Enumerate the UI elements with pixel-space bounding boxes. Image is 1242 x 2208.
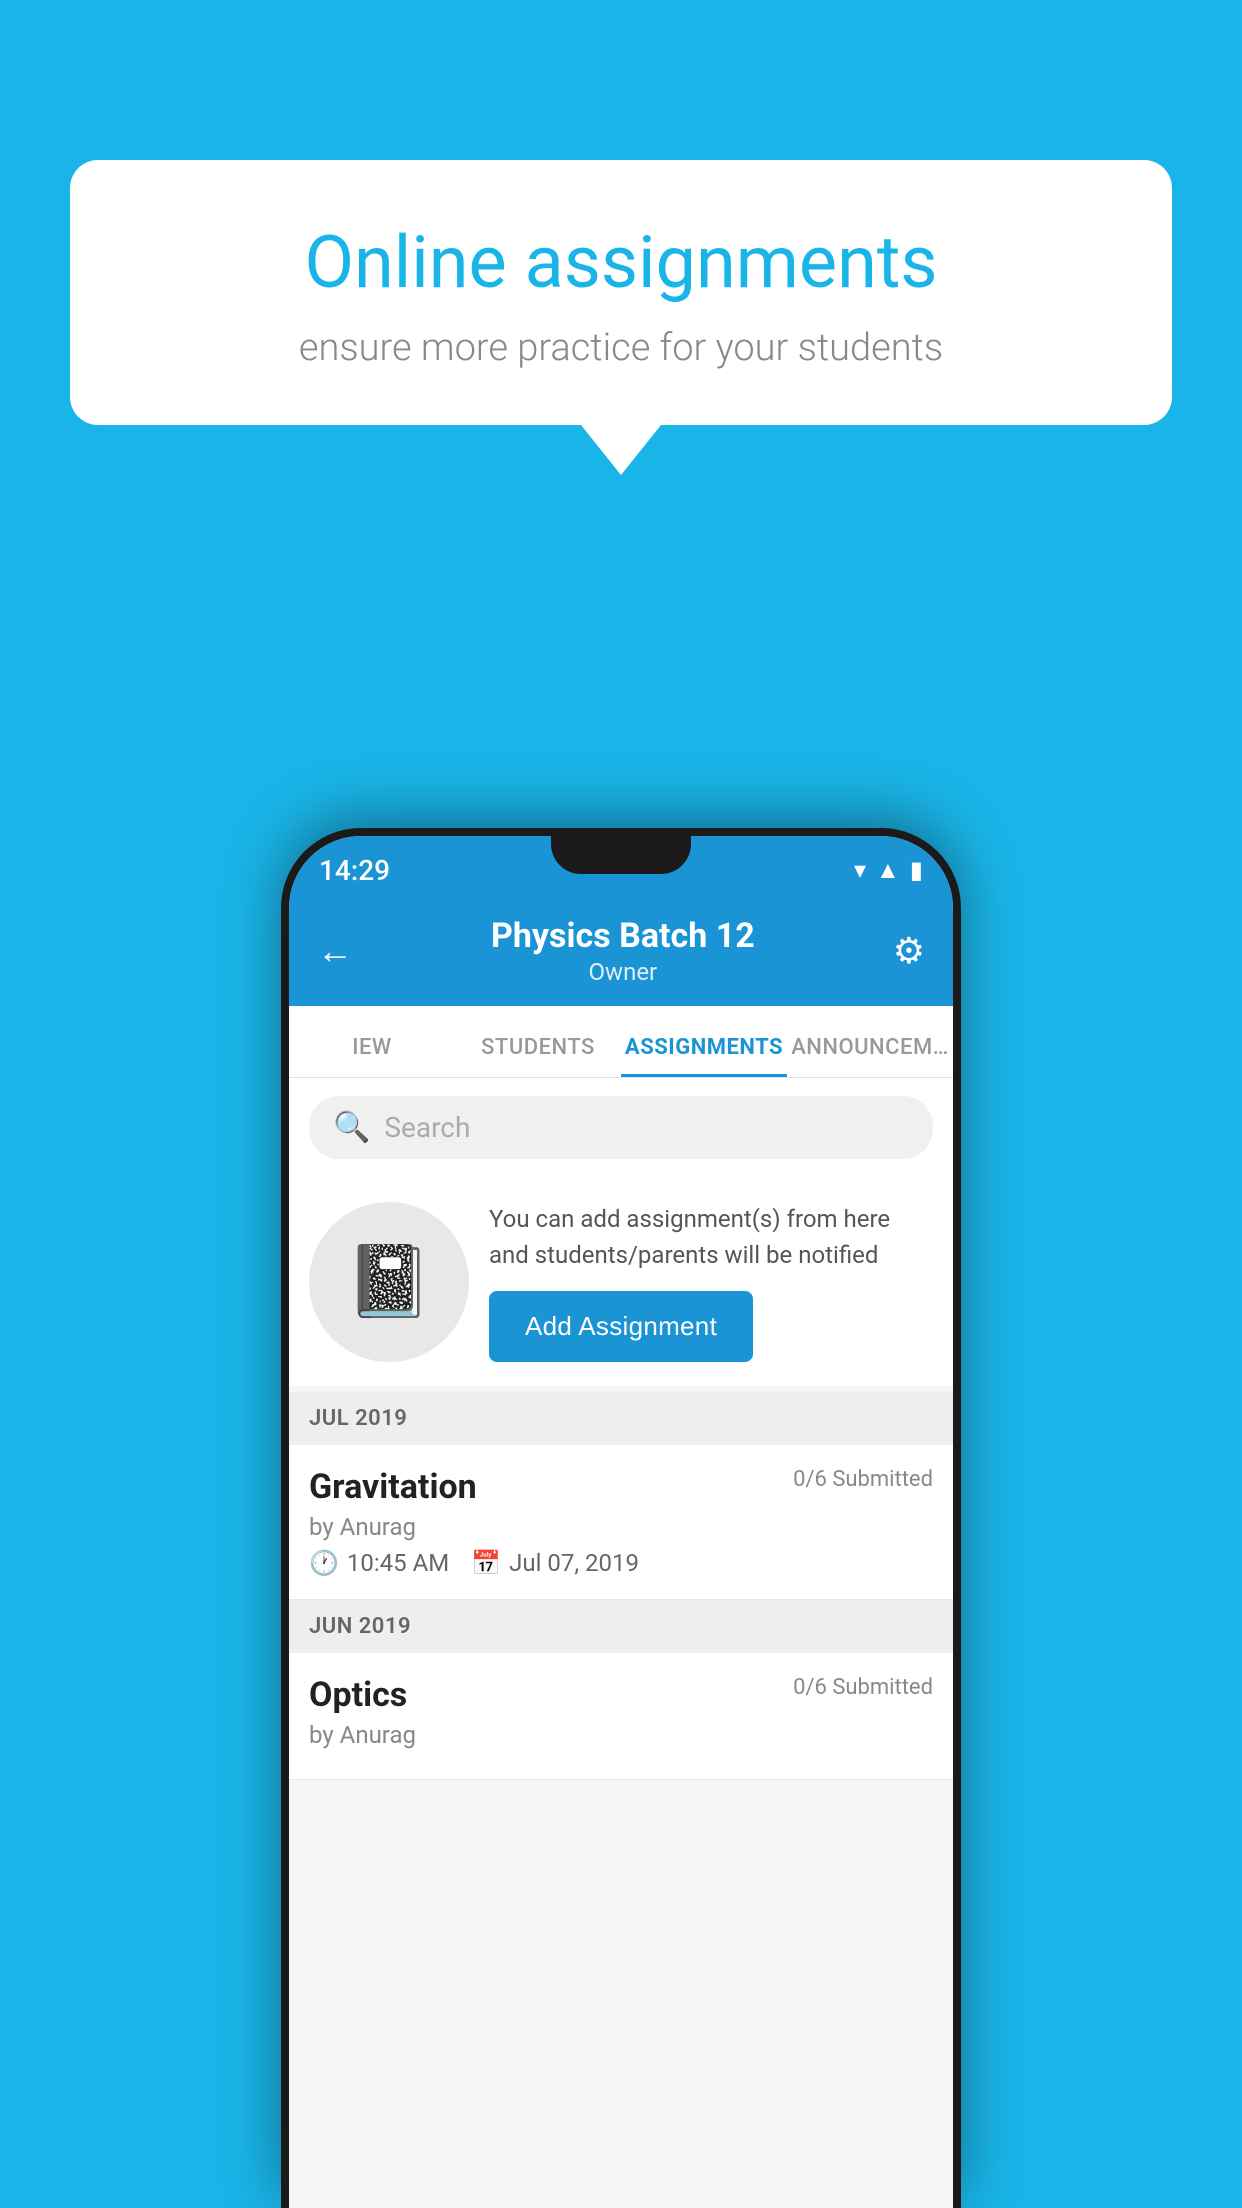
assignment-date-item: 📅 Jul 07, 2019	[471, 1549, 639, 1577]
promo-content: You can add assignment(s) from here and …	[489, 1201, 933, 1362]
assignment-top: Gravitation 0/6 Submitted	[309, 1467, 933, 1507]
speech-bubble: Online assignments ensure more practice …	[70, 160, 1172, 425]
promo-text: You can add assignment(s) from here and …	[489, 1201, 933, 1273]
assignment-name: Gravitation	[309, 1467, 477, 1507]
app-header: ← Physics Batch 12 Owner ⚙	[289, 896, 953, 1006]
assignment-meta: 🕐 10:45 AM 📅 Jul 07, 2019	[309, 1549, 933, 1577]
search-placeholder: Search	[384, 1111, 470, 1144]
phone-screen: 14:29 ▾ ▲ ▮ ← Physics Batch 12 Owner ⚙ I…	[289, 836, 953, 2208]
tab-assignments[interactable]: ASSIGNMENTS	[621, 1035, 787, 1077]
search-bar[interactable]: 🔍 Search	[309, 1096, 933, 1159]
speech-bubble-arrow	[581, 425, 661, 475]
header-subtitle: Owner	[491, 958, 755, 986]
signal-icon: ▲	[876, 856, 900, 885]
status-icons: ▾ ▲ ▮	[854, 856, 923, 885]
tab-iew[interactable]: IEW	[289, 1035, 455, 1077]
search-icon: 🔍	[333, 1110, 370, 1145]
notch	[551, 836, 691, 874]
speech-bubble-title: Online assignments	[140, 220, 1102, 306]
wifi-icon: ▾	[854, 856, 866, 884]
assignment-submitted: 0/6 Submitted	[793, 1467, 933, 1492]
gear-icon[interactable]: ⚙	[893, 930, 925, 972]
header-center: Physics Batch 12 Owner	[491, 916, 755, 986]
assignment-item-optics[interactable]: Optics 0/6 Submitted by Anurag	[289, 1653, 953, 1780]
assignment-submitted-optics: 0/6 Submitted	[793, 1675, 933, 1700]
speech-bubble-subtitle: ensure more practice for your students	[140, 326, 1102, 370]
promo-icon-circle: 📓	[309, 1202, 469, 1362]
assignment-by: by Anurag	[309, 1513, 933, 1541]
speech-bubble-container: Online assignments ensure more practice …	[70, 160, 1172, 475]
battery-icon: ▮	[910, 856, 923, 884]
promo-container: 📓 You can add assignment(s) from here an…	[289, 1177, 953, 1386]
status-time: 14:29	[319, 854, 390, 887]
assignment-date: Jul 07, 2019	[509, 1549, 639, 1577]
tabs: IEW STUDENTS ASSIGNMENTS ANNOUNCEM…	[289, 1006, 953, 1078]
notebook-icon: 📓	[345, 1241, 432, 1323]
section-header-jun: JUN 2019	[289, 1600, 953, 1653]
assignment-item-gravitation[interactable]: Gravitation 0/6 Submitted by Anurag 🕐 10…	[289, 1445, 953, 1600]
tab-students[interactable]: STUDENTS	[455, 1035, 621, 1077]
calendar-icon: 📅	[471, 1549, 501, 1577]
search-container: 🔍 Search	[289, 1078, 953, 1177]
tab-announcements[interactable]: ANNOUNCEM…	[787, 1035, 953, 1077]
phone-frame: 14:29 ▾ ▲ ▮ ← Physics Batch 12 Owner ⚙ I…	[281, 828, 961, 2208]
header-title: Physics Batch 12	[491, 916, 755, 956]
clock-icon: 🕐	[309, 1549, 339, 1577]
assignment-time: 10:45 AM	[347, 1549, 449, 1577]
section-header-jul: JUL 2019	[289, 1392, 953, 1445]
assignment-by-optics: by Anurag	[309, 1721, 933, 1749]
add-assignment-button[interactable]: Add Assignment	[489, 1291, 753, 1362]
assignment-name-optics: Optics	[309, 1675, 407, 1715]
back-button[interactable]: ←	[317, 930, 353, 972]
assignment-top-optics: Optics 0/6 Submitted	[309, 1675, 933, 1715]
assignment-time-item: 🕐 10:45 AM	[309, 1549, 449, 1577]
